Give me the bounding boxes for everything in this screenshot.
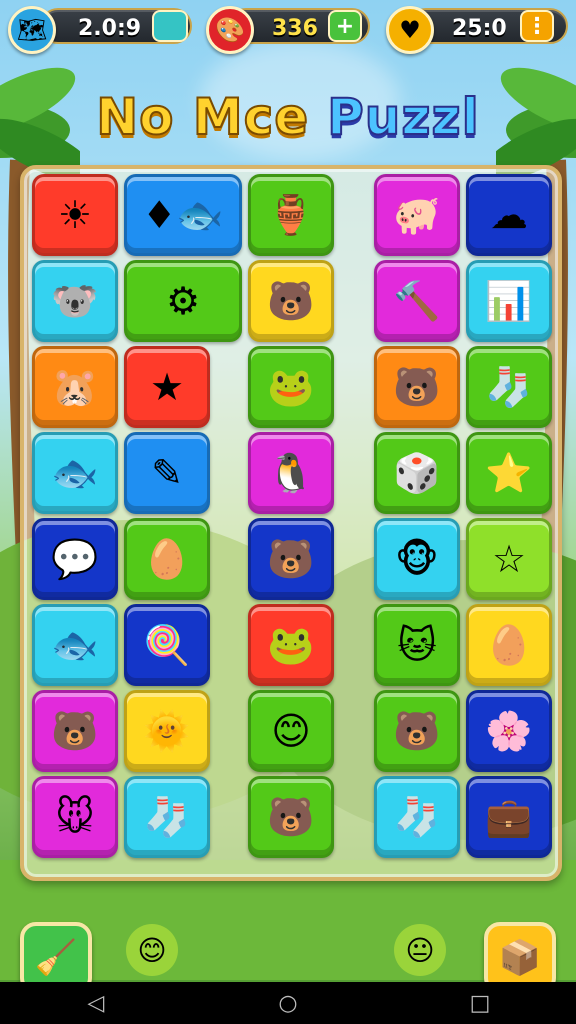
back-icon[interactable]: ◁ (66, 991, 126, 1016)
monkey-tile[interactable]: 🐵 (374, 518, 460, 600)
blue-sock-tile[interactable]: 🧦 (124, 776, 210, 858)
sun-tile[interactable]: ☀ (32, 174, 118, 256)
bars-tile[interactable]: 📊 (466, 260, 552, 342)
koala-tile[interactable]: 🐨 (32, 260, 118, 342)
hammer-tile[interactable]: 🔨 (374, 260, 460, 342)
mouse-tile[interactable]: 🐭 (32, 776, 118, 858)
bear-tile[interactable]: 🐻 (374, 346, 460, 428)
gold-star-tile[interactable]: ⭐ (466, 432, 552, 514)
fish-gem-tile[interactable]: ♦🐟 (124, 174, 242, 256)
puzzle-board: ☀ ♦🐟 🏺 🐖 ☁ 🐨 ⚙ 🐻 🔨 📊 🐹 ★ 🐸 🐻 🧦 🐟 ✎ 🐧 🎲 ⭐ 💬 🥚 🐻 🐵 ☆ 🐟 🍭 🐸 🐱 🥚 🐻 🌞 😊 🐻 🌸 🐭 🧦 🐻 🧦… (20, 165, 562, 881)
hud-tools-value: 336 (272, 16, 318, 41)
egg-tile[interactable]: 🥚 (124, 518, 210, 600)
teddy-tile[interactable]: 🐻 (32, 690, 118, 772)
game-title: No Mce Puzzl (0, 87, 576, 147)
sock-tile[interactable]: 🧦 (466, 346, 552, 428)
green-blob-decoration-2: 😐 (394, 924, 446, 976)
hamster-tile[interactable]: 🐹 (32, 346, 118, 428)
add-tools-button[interactable]: + (328, 10, 362, 42)
home-icon[interactable]: ○ (258, 991, 318, 1016)
jar-tile[interactable]: 🏺 (248, 174, 334, 256)
yellow-blob-tile[interactable]: 😊 (248, 690, 334, 772)
flower-tile[interactable]: 🌸 (466, 690, 552, 772)
smiling-sun-tile[interactable]: 🌞 (124, 690, 210, 772)
tools-icon[interactable]: 🎨 (206, 6, 254, 54)
hud-timer-bar (152, 10, 188, 42)
brush-tile[interactable]: ✎ (124, 432, 210, 514)
hud-timer-value: 2.0:9 (78, 16, 142, 41)
frog-tile[interactable]: 🐸 (248, 346, 334, 428)
menu-button[interactable]: ⋮ (520, 10, 554, 42)
brown-bear-tile[interactable]: 🐻 (248, 776, 334, 858)
lollipop-tile[interactable]: 🍭 (124, 604, 210, 686)
orange-egg-tile[interactable]: 🥚 (466, 604, 552, 686)
pig-tile[interactable]: 🐖 (374, 174, 460, 256)
suitcase-tile[interactable]: 💼 (466, 776, 552, 858)
cat-tile[interactable]: 🐱 (374, 604, 460, 686)
recents-icon[interactable]: □ (450, 991, 510, 1016)
hud-lives-value: 25:0 (452, 16, 507, 41)
dice-tile[interactable]: 🎲 (374, 432, 460, 514)
sweep-broom-icon: 🧹 (34, 938, 78, 978)
box-icon: 📦 (498, 938, 542, 978)
cloud-tile[interactable]: ☁ (466, 174, 552, 256)
white-star-tile[interactable]: ☆ (466, 518, 552, 600)
tube-tile[interactable]: ⚙ (124, 260, 242, 342)
fish-tile[interactable]: 🐟 (32, 432, 118, 514)
title-word-2: Puzzl (326, 87, 480, 147)
blue-fish-tile[interactable]: 🐟 (32, 604, 118, 686)
green-blob-decoration: 😊 (126, 924, 178, 976)
blue-bear-tile[interactable]: 🐻 (248, 518, 334, 600)
speech-bubble-tile[interactable]: 💬 (32, 518, 118, 600)
bear-tile[interactable]: 🐻 (248, 260, 334, 342)
star-tile[interactable]: ★ (124, 346, 210, 428)
green-frog-tile[interactable]: 🐸 (248, 604, 334, 686)
penguin-tile[interactable]: 🐧 (248, 432, 334, 514)
cub-tile[interactable]: 🐻 (374, 690, 460, 772)
system-nav-bar: ◁ ○ □ (0, 982, 576, 1024)
heart-coin-icon[interactable]: ♥ (386, 6, 434, 54)
title-word-1: No Mce (95, 87, 310, 147)
map-globe-icon[interactable]: 🗺 (8, 6, 56, 54)
stocking-tile[interactable]: 🧦 (374, 776, 460, 858)
